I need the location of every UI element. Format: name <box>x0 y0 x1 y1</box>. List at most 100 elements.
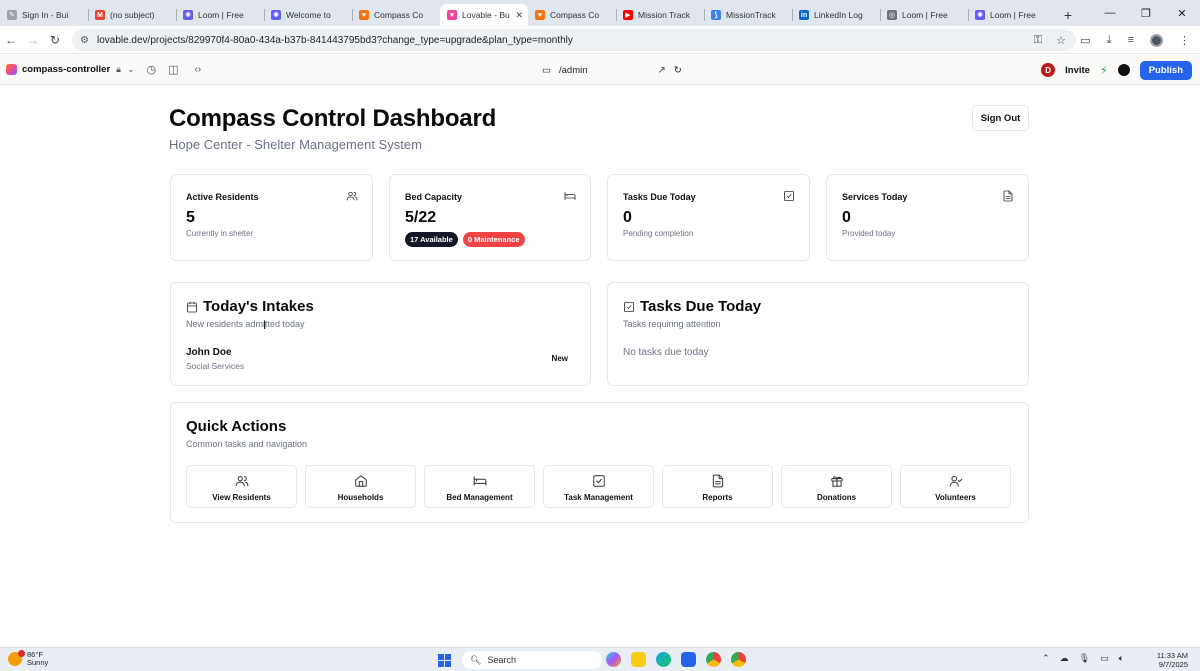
reports-button[interactable]: Reports <box>662 465 773 508</box>
microphone-icon[interactable]: 🎙︎ <box>1079 653 1090 664</box>
back-icon[interactable]: ← <box>0 33 22 47</box>
calendar-icon <box>187 301 197 312</box>
new-tab-button[interactable]: + <box>1056 4 1080 26</box>
user-avatar[interactable]: D <box>1041 63 1056 77</box>
tab-title: MissionTrack <box>726 10 776 20</box>
weather-condition: Sunny <box>27 658 49 667</box>
extensions-icon[interactable]: ≡ <box>1128 34 1134 46</box>
section-title: Tasks Due Today <box>640 298 762 315</box>
bed-icon <box>564 192 576 200</box>
button-label: Households <box>337 493 384 502</box>
button-label: Volunteers <box>935 493 976 502</box>
github-icon[interactable] <box>1117 64 1130 76</box>
browser-tab[interactable]: ✺ Loom | Free <box>176 4 264 26</box>
maximize-icon[interactable]: ❐ <box>1128 7 1164 20</box>
windows-start-icon[interactable] <box>438 654 451 667</box>
system-clock[interactable]: 11:33 AM 9/7/2025 <box>1157 651 1188 669</box>
chevron-down-icon[interactable]: ⌄ <box>127 64 135 75</box>
copilot-icon[interactable] <box>606 652 621 667</box>
download-icon[interactable]: ⤓ <box>1107 34 1112 47</box>
sign-out-button[interactable]: Sign Out <box>972 105 1029 131</box>
tab-title: Lovable - Bu <box>462 10 510 20</box>
close-tab-icon[interactable]: ✕ <box>515 10 523 21</box>
tab-title: LinkedIn Log <box>814 10 863 20</box>
view-residents-button[interactable]: View Residents <box>186 465 297 508</box>
chrome-profile-icon[interactable] <box>731 652 746 667</box>
button-label: Bed Management <box>446 493 513 502</box>
invite-button[interactable]: Invite <box>1065 65 1090 76</box>
tab-favicon-icon: ♥ <box>359 10 369 20</box>
browser-tab[interactable]: M (no subject) <box>88 4 176 26</box>
window-controls: — ❐ ✕ <box>1092 0 1200 26</box>
preview-window-icon[interactable]: ▭ <box>542 65 551 76</box>
stat-title: Tasks Due Today <box>623 192 696 202</box>
bed-management-button[interactable]: Bed Management <box>424 465 535 508</box>
maintenance-badge: 0 Maintenance <box>462 232 525 247</box>
tab-favicon-icon: ⟆ <box>711 10 721 20</box>
publish-button[interactable]: Publish <box>1139 60 1192 80</box>
clock-date: 9/7/2025 <box>1158 660 1188 669</box>
store-icon[interactable] <box>681 652 696 667</box>
cloud-icon[interactable]: ☁ <box>1060 653 1069 664</box>
open-external-icon[interactable]: ↗ <box>658 65 666 76</box>
file-text-icon <box>1003 190 1013 202</box>
tab-title: Compass Co <box>550 10 600 20</box>
display-icon[interactable]: ▭ <box>1100 653 1109 664</box>
project-name[interactable]: compass-controller <box>22 64 110 75</box>
chrome-icon[interactable] <box>706 652 721 667</box>
volume-icon[interactable]: 🔈︎ <box>1119 653 1124 664</box>
stat-card-active-residents: Active Residents 5 Currently in shelter <box>170 174 373 261</box>
stat-value: 5 <box>186 209 195 226</box>
site-info-icon[interactable]: ⚙ <box>80 35 89 46</box>
gift-icon <box>830 476 843 487</box>
browser-tab[interactable]: ♥ Compass Co <box>352 4 440 26</box>
reload-icon[interactable]: ↻ <box>44 33 66 47</box>
empty-state-text: No tasks due today <box>623 347 709 358</box>
browser-tab[interactable]: ▶ Mission Track <box>616 4 704 26</box>
tab-title: Mission Track <box>638 10 690 20</box>
browser-menu-icon[interactable]: ⋮ <box>1179 34 1190 47</box>
refresh-preview-icon[interactable]: ↻ <box>674 65 682 76</box>
forward-icon[interactable]: → <box>22 33 44 47</box>
browser-tab[interactable]: ✺ Welcome to <box>264 4 352 26</box>
edge-icon[interactable] <box>656 652 671 667</box>
chevron-up-icon[interactable]: ⌃ <box>1042 653 1050 664</box>
profile-avatar[interactable] <box>1150 33 1163 47</box>
resident-name: John Doe <box>186 347 232 358</box>
url-text[interactable]: lovable.dev/projects/829970f4-80a0-434a-… <box>97 35 573 46</box>
code-icon[interactable]: ‹› <box>195 64 202 75</box>
browser-tab[interactable]: ♥ Lovable - Bu ✕ <box>440 4 528 26</box>
taskbar-search[interactable]: 🔍︎ Search <box>462 651 602 669</box>
password-key-icon[interactable]: ⚿ <box>1034 34 1042 47</box>
route-path[interactable]: /admin <box>559 65 588 76</box>
minimize-icon[interactable]: — <box>1092 7 1128 19</box>
todays-intakes-card: Today's Intakes New residents admitted t… <box>170 282 591 386</box>
sidebar-toggle-icon[interactable]: ▭ <box>1080 34 1090 47</box>
status-badge: New <box>551 354 568 363</box>
supabase-icon[interactable]: ⚡ <box>1100 64 1108 77</box>
browser-tab[interactable]: ✎ Sign In - Bui <box>0 4 88 26</box>
close-window-icon[interactable]: ✕ <box>1164 7 1200 20</box>
file-explorer-icon[interactable] <box>631 652 646 667</box>
bookmark-star-icon[interactable]: ☆ <box>1056 34 1066 47</box>
browser-tab[interactable]: ✺ Loom | Free <box>968 4 1056 26</box>
donations-button[interactable]: Donations <box>781 465 892 508</box>
sidebar-panel-icon[interactable]: ◫ <box>168 63 178 76</box>
volunteers-button[interactable]: Volunteers <box>900 465 1011 508</box>
task-management-button[interactable]: Task Management <box>543 465 654 508</box>
browser-tab[interactable]: ⟆ MissionTrack <box>704 4 792 26</box>
lock-icon: 🔒︎ <box>116 64 121 74</box>
browser-tab[interactable]: ◎ Loom | Free <box>880 4 968 26</box>
weather-widget[interactable]: 86°F Sunny <box>8 650 49 667</box>
history-icon[interactable]: ◷ <box>147 63 157 76</box>
tab-title: Loom | Free <box>990 10 1036 20</box>
search-icon: 🔍︎ <box>470 654 482 665</box>
households-button[interactable]: Households <box>305 465 416 508</box>
address-bar[interactable]: ⚙ lovable.dev/projects/829970f4-80a0-434… <box>72 29 1076 51</box>
browser-tab[interactable]: in LinkedIn Log <box>792 4 880 26</box>
stat-value: 5/22 <box>405 209 437 226</box>
tab-favicon-icon: ✎ <box>7 10 17 20</box>
browser-tab[interactable]: ♥ Compass Co <box>528 4 616 26</box>
lovable-logo[interactable] <box>6 64 17 75</box>
button-label: Reports <box>702 493 733 502</box>
